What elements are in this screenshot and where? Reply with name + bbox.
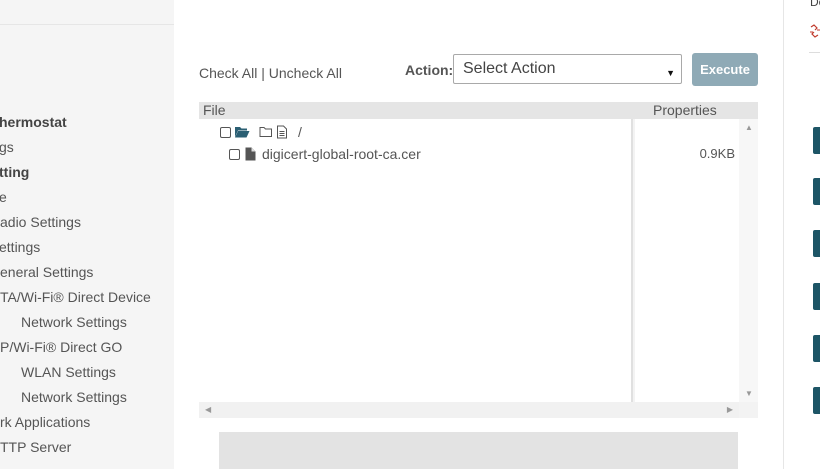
vertical-scrollbar[interactable]: ▲ ▼ — [739, 119, 758, 402]
unlink-icon[interactable] — [809, 23, 820, 39]
dropdown-arrow-icon: ▼ — [666, 68, 675, 78]
action-select[interactable]: Select Action ▼ — [453, 54, 682, 84]
sidebar-item-general-settings[interactable]: eneral Settings — [0, 263, 93, 281]
file-table: File Properties / digicert-global-root-c… — [199, 102, 758, 418]
sidebar-item-sta-wifi-direct-device[interactable]: TA/Wi-Fi® Direct Device — [0, 288, 151, 306]
sidebar-nav: hermostat gs tting e adio Settings ettin… — [0, 0, 174, 469]
right-panel-divider — [809, 52, 820, 53]
sidebar-item-network-settings[interactable]: Network Settings — [21, 313, 127, 331]
sidebar-item-thermostat[interactable]: hermostat — [0, 113, 67, 131]
sidebar-item-wlan-settings[interactable]: WLAN Settings — [21, 363, 116, 381]
column-header-file[interactable]: File — [203, 102, 226, 119]
sidebar-item-radio-settings[interactable]: adio Settings — [0, 213, 81, 231]
scroll-right-icon[interactable]: ▶ — [727, 405, 733, 414]
scroll-up-icon[interactable]: ▲ — [745, 123, 753, 132]
file-icon — [245, 147, 256, 161]
table-header: File Properties — [199, 102, 758, 119]
side-button-1[interactable] — [813, 127, 820, 154]
sidebar-item-settings-2[interactable]: ettings — [0, 238, 40, 256]
scroll-down-icon[interactable]: ▼ — [745, 389, 753, 398]
sidebar-item-e[interactable]: e — [0, 188, 7, 206]
file-size: 0.9KB — [699, 146, 735, 161]
sidebar-item-network-settings-2[interactable]: Network Settings — [21, 388, 127, 406]
sidebar-top-divider — [0, 24, 174, 25]
right-panel-text: De — [810, 0, 820, 9]
sidebar-item-setting[interactable]: tting — [0, 163, 29, 181]
horizontal-scrollbar[interactable]: ◀ ▶ — [199, 402, 739, 418]
side-button-3[interactable] — [813, 230, 820, 257]
file-name[interactable]: digicert-global-root-ca.cer — [262, 146, 421, 162]
action-select-value: Select Action — [463, 60, 556, 77]
action-label: Action: — [405, 62, 454, 78]
check-links: Check All | Uncheck All — [199, 64, 342, 82]
check-all-link[interactable]: Check All — [199, 65, 257, 81]
folder-open-icon[interactable] — [234, 125, 250, 139]
side-button-4[interactable] — [813, 283, 820, 310]
properties-pane: 0.9KB — [635, 119, 739, 402]
root-folder-name[interactable]: / — [298, 124, 302, 140]
new-folder-icon[interactable] — [259, 126, 273, 138]
execute-button[interactable]: Execute — [692, 53, 758, 86]
new-file-icon[interactable] — [276, 125, 288, 139]
bottom-panel — [219, 432, 738, 469]
side-button-6[interactable] — [813, 387, 820, 414]
sidebar-item-settings[interactable]: gs — [0, 138, 14, 156]
file-tree-pane: / digicert-global-root-ca.cer — [199, 119, 633, 402]
file-checkbox[interactable] — [229, 149, 240, 160]
side-button-2[interactable] — [813, 178, 820, 205]
root-checkbox[interactable] — [220, 127, 231, 138]
column-header-properties[interactable]: Properties — [653, 102, 717, 119]
check-links-separator: | — [257, 65, 269, 81]
right-panel: De — [783, 0, 820, 469]
uncheck-all-link[interactable]: Uncheck All — [269, 65, 342, 81]
sidebar-item-http-server[interactable]: TTP Server — [0, 438, 71, 456]
sidebar-item-ap-wifi-direct-go[interactable]: P/Wi-Fi® Direct GO — [0, 338, 122, 356]
scroll-left-icon[interactable]: ◀ — [205, 405, 211, 414]
sidebar-item-network-applications[interactable]: rk Applications — [0, 413, 90, 431]
side-button-5[interactable] — [813, 335, 820, 362]
